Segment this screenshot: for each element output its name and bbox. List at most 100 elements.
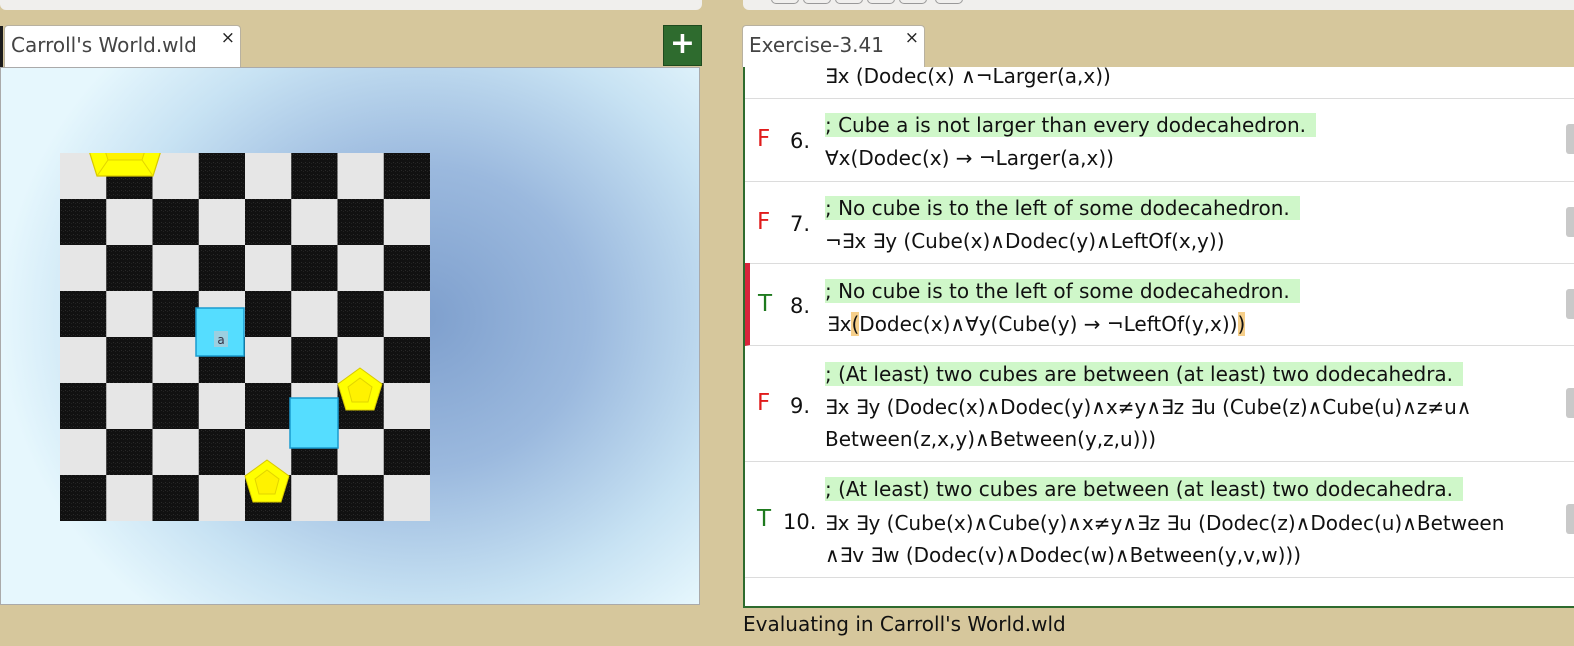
board-square[interactable] <box>152 475 200 521</box>
sentence-number: 6. <box>790 129 811 153</box>
board-square[interactable] <box>106 199 153 246</box>
board-square[interactable] <box>245 199 292 246</box>
formula-line: ∀x(Dodec(x) → ¬Larger(a,x)) <box>825 146 1114 170</box>
tab-exercise[interactable]: Exercise-3.41 × <box>742 25 925 67</box>
sentence-number: 8. <box>790 294 811 318</box>
chessboard[interactable]: a <box>60 153 430 521</box>
row-handle[interactable] <box>1566 388 1574 418</box>
board-square[interactable] <box>60 245 107 292</box>
board-square[interactable] <box>198 383 246 430</box>
board-square[interactable] <box>291 153 338 200</box>
board-square[interactable] <box>291 337 338 384</box>
board-square[interactable] <box>106 291 153 338</box>
board-square[interactable] <box>152 337 200 384</box>
board-square[interactable] <box>337 291 385 338</box>
sentence-number: 9. <box>790 394 811 418</box>
board-square[interactable] <box>245 337 292 384</box>
board-square[interactable] <box>337 199 385 246</box>
formula-part: ∃x <box>827 312 852 336</box>
row-handle[interactable] <box>1566 504 1574 534</box>
board-square[interactable] <box>245 383 292 430</box>
board-square[interactable] <box>152 199 200 246</box>
board-square[interactable] <box>383 429 430 476</box>
board-square[interactable] <box>245 291 292 338</box>
board-square[interactable] <box>383 337 430 384</box>
sentence-comment: ; (At least) two cubes are between (at l… <box>825 477 1464 501</box>
sentence-comment: ; Cube a is not larger than every dodeca… <box>825 113 1316 137</box>
board-square[interactable] <box>60 383 107 430</box>
board-square[interactable] <box>106 245 153 292</box>
board-square[interactable] <box>198 245 246 292</box>
toolbar-button-stub[interactable] <box>899 0 927 4</box>
board-square[interactable] <box>337 429 385 476</box>
board-square[interactable] <box>245 153 292 200</box>
board-square[interactable] <box>60 475 107 521</box>
row-handle[interactable] <box>1566 207 1574 237</box>
previous-tab-edge[interactable] <box>0 26 3 67</box>
formula-line: Between(z,x,y)∧Between(y,z,u))) <box>825 427 1157 451</box>
board-square[interactable] <box>337 475 385 521</box>
sentence-number: 10. <box>783 510 817 534</box>
board-square[interactable] <box>106 429 153 476</box>
sentence-row[interactable]: F 7. ; No cube is to the left of some do… <box>745 181 1574 264</box>
truth-value: T <box>757 506 772 532</box>
board-square[interactable] <box>383 153 430 200</box>
truth-value: T <box>758 291 773 317</box>
world-view[interactable]: a <box>0 67 700 605</box>
sentence-row[interactable]: F 9. ; (At least) two cubes are between … <box>745 345 1574 462</box>
board-square[interactable] <box>106 337 153 384</box>
board-square[interactable] <box>152 245 200 292</box>
cube-a[interactable]: a <box>195 307 245 357</box>
sentence-row[interactable]: T 10. ; (At least) two cubes are between… <box>745 461 1574 578</box>
sentence-row-selected[interactable]: T 8. ; No cube is to the left of some do… <box>745 263 1574 346</box>
row-handle[interactable] <box>1566 124 1574 154</box>
formula-line: ∃x ∃y (Cube(x)∧Cube(y)∧x≠y∧∃z ∃u (Dodec(… <box>825 511 1505 535</box>
board-square[interactable] <box>198 475 246 521</box>
row-handle[interactable] <box>1566 289 1574 319</box>
status-bar-text: Evaluating in Carroll's World.wld <box>743 612 1066 636</box>
board-square[interactable] <box>152 291 200 338</box>
board-square[interactable] <box>383 291 430 338</box>
board-square[interactable] <box>152 429 200 476</box>
board-square[interactable] <box>337 153 385 200</box>
board-square[interactable] <box>383 199 430 246</box>
board-square[interactable] <box>291 245 338 292</box>
board-square[interactable] <box>106 383 153 430</box>
toolbar-button-stub[interactable] <box>771 0 799 4</box>
toolbar-button-stub[interactable] <box>935 0 963 4</box>
board-square[interactable] <box>152 383 200 430</box>
board-square[interactable] <box>60 337 107 384</box>
board-square[interactable] <box>60 429 107 476</box>
toolbar-button-stub[interactable] <box>867 0 895 4</box>
board-square[interactable] <box>383 383 430 430</box>
board-square[interactable] <box>245 245 292 292</box>
cube[interactable] <box>289 397 339 449</box>
sentence-row[interactable]: ∃x (Dodec(x) ∧¬Larger(a,x)) <box>745 67 1574 99</box>
toolbar-button-stub[interactable] <box>835 0 863 4</box>
board-square[interactable] <box>383 245 430 292</box>
tab-world-file[interactable]: Carroll's World.wld × <box>4 25 241 67</box>
board-square[interactable] <box>198 153 246 200</box>
cube-label: a <box>217 333 224 347</box>
board-square[interactable] <box>198 199 246 246</box>
formula-line[interactable]: ∃x(Dodec(x)∧∀y(Cube(y) → ¬LeftOf(y,x))) <box>827 312 1246 336</box>
board-square[interactable] <box>291 475 338 521</box>
sentence-comment: ; No cube is to the left of some dodecah… <box>825 279 1300 303</box>
board-square[interactable] <box>291 199 338 246</box>
close-icon[interactable]: × <box>905 28 919 48</box>
board-square[interactable] <box>152 153 200 200</box>
board-square[interactable] <box>198 429 246 476</box>
board-square[interactable] <box>60 199 107 246</box>
board-square[interactable] <box>106 475 153 521</box>
board-square[interactable] <box>291 291 338 338</box>
toolbar-button-stub[interactable] <box>803 0 831 4</box>
sentence-row[interactable]: F 6. ; Cube a is not larger than every d… <box>745 98 1574 182</box>
sentence-list[interactable]: ∃x (Dodec(x) ∧¬Larger(a,x)) F 6. ; Cube … <box>743 67 1574 608</box>
tab-title: Exercise-3.41 <box>749 33 884 57</box>
add-tab-button[interactable]: + <box>663 25 702 66</box>
board-square[interactable] <box>60 291 107 338</box>
board-square[interactable] <box>383 475 430 521</box>
close-icon[interactable]: × <box>221 28 235 48</box>
truth-value: F <box>757 209 771 235</box>
board-square[interactable] <box>337 245 385 292</box>
